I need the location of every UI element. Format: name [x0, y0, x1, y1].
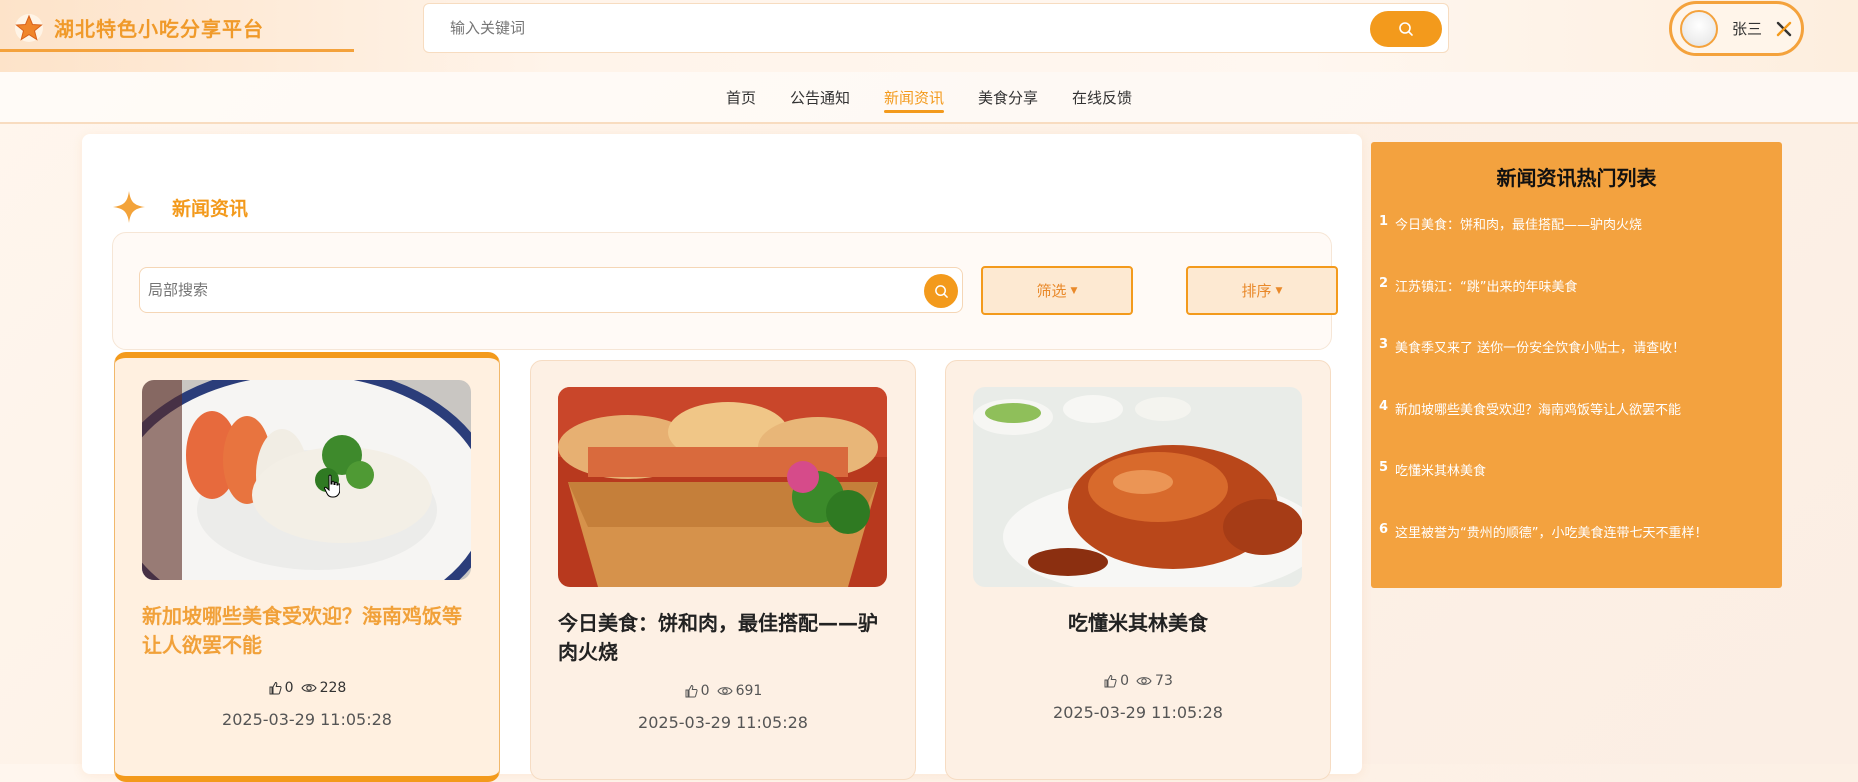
user-name: 张三: [1732, 20, 1763, 38]
local-search-button[interactable]: [924, 274, 958, 308]
thumbs-up-icon[interactable]: [1103, 674, 1117, 688]
nav-item-food-share[interactable]: 美食分享: [961, 71, 1055, 123]
thumbs-up-icon[interactable]: [268, 681, 282, 695]
user-menu[interactable]: 张三: [1669, 1, 1804, 56]
brand[interactable]: 湖北特色小吃分享平台: [0, 6, 354, 52]
thumbs-up-icon[interactable]: [684, 684, 698, 698]
nav-item-notice[interactable]: 公告通知: [773, 71, 867, 123]
card-stats: 0 691: [531, 683, 915, 699]
hot-item-index: 6: [1379, 521, 1389, 537]
nav-item-feedback[interactable]: 在线反馈: [1055, 71, 1149, 123]
sort-dropdown[interactable]: 排序 ▼: [1186, 266, 1338, 315]
local-search-input[interactable]: [148, 281, 908, 299]
sort-label: 排序: [1241, 282, 1272, 300]
hot-list: 1 今日美食：饼和肉，最佳搭配——驴肉火烧 2 江苏镇江：“跳”出来的年味美食 …: [1379, 214, 1774, 583]
top-bar: 湖北特色小吃分享平台 张三: [0, 0, 1858, 72]
hot-item-text[interactable]: 新加坡哪些美食受欢迎？海南鸡饭等让人欲罢不能: [1395, 399, 1681, 418]
news-card[interactable]: 今日美食：饼和肉，最佳搭配——驴肉火烧 0 691 2025-03-29 11:…: [530, 360, 916, 780]
hot-item-index: 1: [1379, 214, 1389, 229]
search-icon: [1399, 22, 1413, 36]
hot-item-index: 4: [1379, 398, 1389, 414]
caret-down-icon: ▼: [1275, 285, 1283, 296]
view-count: 228: [319, 680, 347, 696]
eye-icon: [716, 687, 733, 695]
card-image-chicken-rice[interactable]: [142, 380, 471, 580]
hot-item-text[interactable]: 吃懂米其林美食: [1395, 460, 1486, 479]
filter-bar: 筛选 ▼ 排序 ▼: [112, 232, 1338, 350]
global-search: [423, 3, 1449, 53]
hot-list-title: 新闻资讯热门列表: [1496, 166, 1657, 190]
card-stats: 0 73: [946, 673, 1330, 689]
view-count: 73: [1155, 673, 1173, 689]
hot-item-text[interactable]: 这里被誉为“贵州的顺德”，小吃美食连带七天不重样！: [1395, 522, 1707, 541]
like-count: 0: [700, 683, 710, 699]
search-icon: [934, 284, 948, 298]
hot-list-item[interactable]: 4 新加坡哪些美食受欢迎？海南鸡饭等让人欲罢不能: [1379, 399, 1774, 461]
section-header: 新闻资讯: [112, 190, 248, 224]
card-date: 2025-03-29 11:05:28: [1053, 703, 1223, 722]
card-image-roast-duck[interactable]: [973, 387, 1302, 587]
local-search: [139, 267, 963, 313]
brand-title: 湖北特色小吃分享平台: [54, 17, 264, 41]
card-title[interactable]: 新加坡哪些美食受欢迎？海南鸡饭等让人欲罢不能: [142, 602, 472, 660]
caret-down-icon: ▼: [1070, 285, 1078, 296]
hot-list-item[interactable]: 3 美食季又来了 送你一份安全饮食小贴士，请查收！: [1379, 337, 1774, 399]
filter-dropdown[interactable]: 筛选 ▼: [981, 266, 1133, 315]
card-date: 2025-03-29 11:05:28: [638, 713, 808, 732]
avatar[interactable]: [1680, 9, 1718, 48]
card-title[interactable]: 今日美食：饼和肉，最佳搭配——驴肉火烧: [558, 609, 888, 667]
hot-item-text[interactable]: 今日美食：饼和肉，最佳搭配——驴肉火烧: [1395, 214, 1642, 233]
like-count: 0: [1120, 673, 1130, 689]
logout-icon[interactable]: [1774, 19, 1794, 39]
hot-list-item[interactable]: 6 这里被誉为“贵州的顺德”，小吃美食连带七天不重样！: [1379, 522, 1774, 584]
section-title: 新闻资讯: [172, 197, 249, 220]
news-card[interactable]: 吃懂米其林美食 0 73 2025-03-29 11:05:28: [945, 360, 1331, 780]
sparkle-icon: [113, 191, 145, 223]
card-stats: 0 228: [115, 680, 499, 696]
hot-list-item[interactable]: 1 今日美食：饼和肉，最佳搭配——驴肉火烧: [1379, 214, 1774, 276]
nav-item-news[interactable]: 新闻资讯: [867, 71, 961, 123]
hand-cursor-icon: [324, 474, 340, 498]
eye-icon: [300, 684, 317, 692]
card-date: 2025-03-29 11:05:28: [222, 710, 392, 729]
global-search-button[interactable]: [1370, 11, 1442, 47]
news-card[interactable]: 新加坡哪些美食受欢迎？海南鸡饭等让人欲罢不能 0 228 2025-03-29 …: [114, 352, 500, 782]
card-image-donkey-burger[interactable]: [558, 387, 887, 587]
hot-news-panel: 新闻资讯热门列表 1 今日美食：饼和肉，最佳搭配——驴肉火烧 2 江苏镇江：“跳…: [1371, 142, 1782, 588]
hot-item-text[interactable]: 江苏镇江：“跳”出来的年味美食: [1395, 276, 1577, 295]
like-count: 0: [284, 680, 294, 696]
hot-list-item[interactable]: 5 吃懂米其林美食: [1379, 460, 1774, 522]
hot-item-index: 5: [1379, 460, 1389, 475]
hot-item-index: 2: [1379, 275, 1389, 291]
news-main-panel: 新闻资讯 筛选 ▼ 排序 ▼: [82, 134, 1362, 782]
main-nav: 首页 公告通知 新闻资讯 美食分享 在线反馈: [0, 72, 1858, 124]
card-title[interactable]: 吃懂米其林美食: [973, 609, 1303, 638]
hot-list-item[interactable]: 2 江苏镇江：“跳”出来的年味美食: [1379, 276, 1774, 338]
filter-label: 筛选: [1036, 282, 1067, 300]
nav-item-home[interactable]: 首页: [709, 71, 773, 123]
view-count: 691: [735, 683, 763, 699]
hot-item-text[interactable]: 美食季又来了 送你一份安全饮食小贴士，请查收！: [1395, 337, 1685, 356]
global-search-input[interactable]: [450, 19, 1330, 37]
eye-icon: [1136, 677, 1152, 685]
hot-item-index: 3: [1379, 337, 1389, 352]
star-logo-icon: [15, 13, 43, 42]
